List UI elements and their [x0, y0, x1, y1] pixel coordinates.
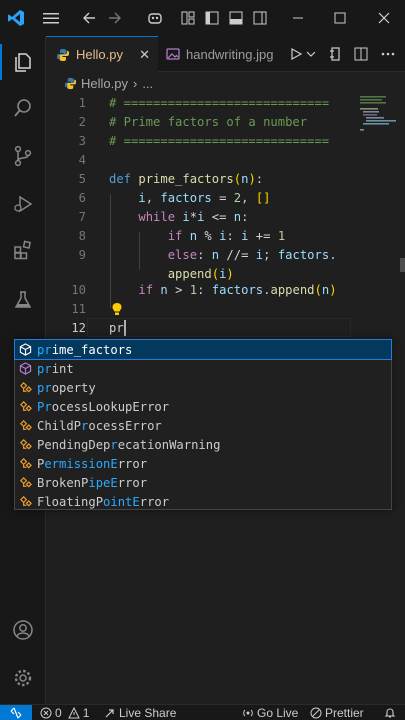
- tab-label: Hello.py: [76, 47, 123, 62]
- breadcrumb-separator: ›: [132, 75, 138, 91]
- tab-hello-py[interactable]: Hello.py ✕: [46, 36, 158, 72]
- class-icon: [18, 380, 33, 395]
- python-file-icon: [64, 77, 77, 90]
- notifications-bell-icon[interactable]: [380, 705, 400, 720]
- broadcast-icon: [242, 707, 254, 719]
- line-number: 4: [78, 153, 86, 167]
- class-icon: [18, 494, 33, 509]
- code-line-1: # ============================: [109, 96, 330, 110]
- live-share-button[interactable]: Live Share: [104, 705, 176, 720]
- warning-icon: [67, 707, 80, 719]
- code-line-8: if n % i: i += 1: [167, 229, 286, 243]
- code-line-12: pr: [109, 321, 124, 335]
- vscode-logo-icon: [4, 0, 28, 36]
- breadcrumb: Hello.py › ...: [46, 72, 405, 94]
- breadcrumb-ellipsis[interactable]: ...: [142, 76, 153, 91]
- image-file-icon: [166, 47, 180, 61]
- toggle-secondary-sidebar-icon[interactable]: [250, 0, 270, 36]
- vertical-scrollbar[interactable]: [400, 258, 405, 272]
- problems-indicator[interactable]: 0 1: [40, 705, 89, 720]
- line-number: 6: [78, 191, 86, 205]
- method-cube-icon: [18, 342, 33, 357]
- open-changes-icon[interactable]: [326, 36, 346, 72]
- suggestion-item[interactable]: property: [15, 378, 391, 397]
- maximize-icon[interactable]: [328, 0, 352, 36]
- suggestion-item[interactable]: FloatingPointError: [15, 492, 391, 511]
- code-line-2: # Prime factors of a number: [109, 115, 308, 129]
- class-icon: [18, 418, 33, 433]
- explorer-icon[interactable]: [0, 40, 46, 84]
- testing-icon[interactable]: [0, 278, 46, 322]
- warning-count: 1: [82, 706, 90, 720]
- run-dropdown-icon[interactable]: [304, 36, 318, 72]
- line-number: 10: [71, 283, 86, 297]
- class-icon: [18, 456, 33, 471]
- line-number: 3: [78, 134, 86, 148]
- prettier-button[interactable]: Prettier: [310, 705, 364, 720]
- menu-icon[interactable]: [38, 0, 64, 36]
- source-control-icon[interactable]: [0, 134, 46, 178]
- current-line-highlight: [87, 318, 351, 337]
- error-count: 0: [55, 706, 62, 720]
- manage-gear-icon[interactable]: [0, 656, 46, 700]
- tab-handwriting-jpg[interactable]: handwriting.jpg: [158, 36, 286, 72]
- line-number: 9: [78, 248, 86, 262]
- line-number: 8: [78, 229, 86, 243]
- more-actions-icon[interactable]: [376, 36, 400, 72]
- close-icon[interactable]: [372, 0, 396, 36]
- suggestion-widget: prime_factors print property ProcessLook…: [14, 339, 392, 510]
- tab-close-icon[interactable]: ✕: [139, 47, 150, 63]
- code-line-7: while i*i <= n:: [138, 210, 249, 224]
- line-number: 11: [71, 302, 86, 316]
- line-number: 2: [78, 115, 86, 129]
- suggestion-item[interactable]: print: [15, 359, 391, 378]
- class-icon: [18, 437, 33, 452]
- tab-label: handwriting.jpg: [186, 46, 274, 62]
- search-icon[interactable]: [0, 86, 46, 130]
- go-live-button[interactable]: Go Live: [242, 705, 298, 720]
- error-icon: [40, 707, 52, 719]
- method-cube-icon: [18, 361, 33, 376]
- toggle-panel-icon[interactable]: [226, 0, 246, 36]
- code-line-6: i, factors = 2, []: [138, 191, 271, 205]
- text-cursor: [124, 320, 126, 336]
- line-number: 5: [78, 172, 86, 186]
- run-debug-icon[interactable]: [0, 182, 46, 226]
- prettier-check-icon: [310, 707, 322, 719]
- remote-indicator-icon[interactable]: [0, 705, 32, 720]
- code-line-10: if n > 1: factors.append(n): [138, 283, 337, 297]
- line-number: 7: [78, 210, 86, 224]
- suggestion-item[interactable]: ProcessLookupError: [15, 397, 391, 416]
- title-bar: [0, 0, 405, 36]
- code-line-9: else: n //= i; factors.: [167, 248, 337, 262]
- forward-arrow-icon[interactable]: [104, 0, 126, 36]
- suggestion-item[interactable]: prime_factors: [14, 339, 392, 360]
- layout-icon[interactable]: [178, 0, 198, 36]
- suggestion-item[interactable]: PendingDeprecationWarning: [15, 435, 391, 454]
- suggestion-item[interactable]: BrokenPipeError: [15, 473, 391, 492]
- back-arrow-icon[interactable]: [78, 0, 100, 36]
- line-number: 1: [78, 96, 86, 110]
- extensions-icon[interactable]: [0, 228, 46, 272]
- code-line-5: def prime_factors(n):: [109, 172, 264, 186]
- suggestion-item[interactable]: PermissionError: [15, 454, 391, 473]
- run-python-icon[interactable]: [288, 36, 304, 72]
- copilot-icon[interactable]: [144, 0, 166, 36]
- minimize-icon[interactable]: [286, 0, 310, 36]
- lightbulb-icon[interactable]: [110, 301, 124, 317]
- breadcrumb-file[interactable]: Hello.py: [81, 76, 128, 91]
- editor-tab-bar: Hello.py ✕ handwriting.jpg: [46, 36, 405, 72]
- line-number: 12: [71, 321, 86, 335]
- class-icon: [18, 475, 33, 490]
- class-icon: [18, 399, 33, 414]
- python-file-icon: [56, 48, 70, 62]
- code-line-3: # ============================: [109, 134, 330, 148]
- toggle-sidebar-icon[interactable]: [202, 0, 222, 36]
- accounts-icon[interactable]: [0, 608, 46, 652]
- suggestion-item[interactable]: ChildProcessError: [15, 416, 391, 435]
- live-share-icon: [104, 707, 116, 719]
- split-editor-icon[interactable]: [350, 36, 372, 72]
- status-bar: 0 1 Live Share Go Live Prettier: [0, 704, 405, 720]
